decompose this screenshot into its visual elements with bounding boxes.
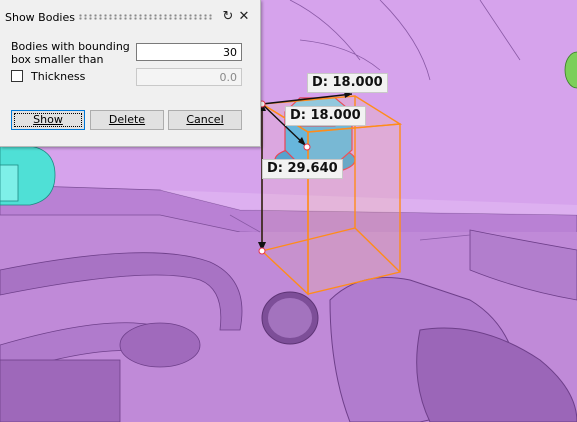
thickness-label: Thickness (31, 70, 86, 83)
show-bodies-dialog: Show Bodies ↻ ✕ Bodies with bounding box… (0, 0, 261, 147)
dimension-label-top: D: 18.000 (307, 73, 388, 93)
show-button-label: Show (33, 113, 63, 126)
thickness-checkbox[interactable] (11, 70, 23, 82)
cancel-button-label: Cancel (186, 113, 224, 126)
dialog-title: Show Bodies (5, 11, 75, 24)
delete-button-label: Delete (108, 113, 146, 126)
show-button[interactable]: Show (11, 110, 85, 130)
hole (268, 298, 312, 338)
dimension-point[interactable] (258, 247, 266, 255)
dimension-label-height: D: 29.640 (262, 159, 343, 179)
pipe-end (119, 322, 201, 368)
cyan-hex (0, 164, 19, 202)
dimension-label-middle: D: 18.000 (285, 106, 366, 126)
bodies-size-input[interactable] (136, 43, 242, 61)
dimension-point[interactable] (303, 143, 311, 151)
thickness-input[interactable] (136, 68, 242, 86)
lower-block (0, 359, 121, 422)
refresh-icon[interactable]: ↻ (221, 9, 235, 25)
close-icon[interactable]: ✕ (237, 9, 251, 25)
drag-grip[interactable] (78, 14, 212, 20)
bodies-label: Bodies with bounding box smaller than (11, 40, 130, 66)
dialog-titlebar[interactable]: Show Bodies ↻ ✕ (0, 0, 260, 34)
cancel-button[interactable]: Cancel (168, 110, 242, 130)
delete-button[interactable]: Delete (90, 110, 164, 130)
